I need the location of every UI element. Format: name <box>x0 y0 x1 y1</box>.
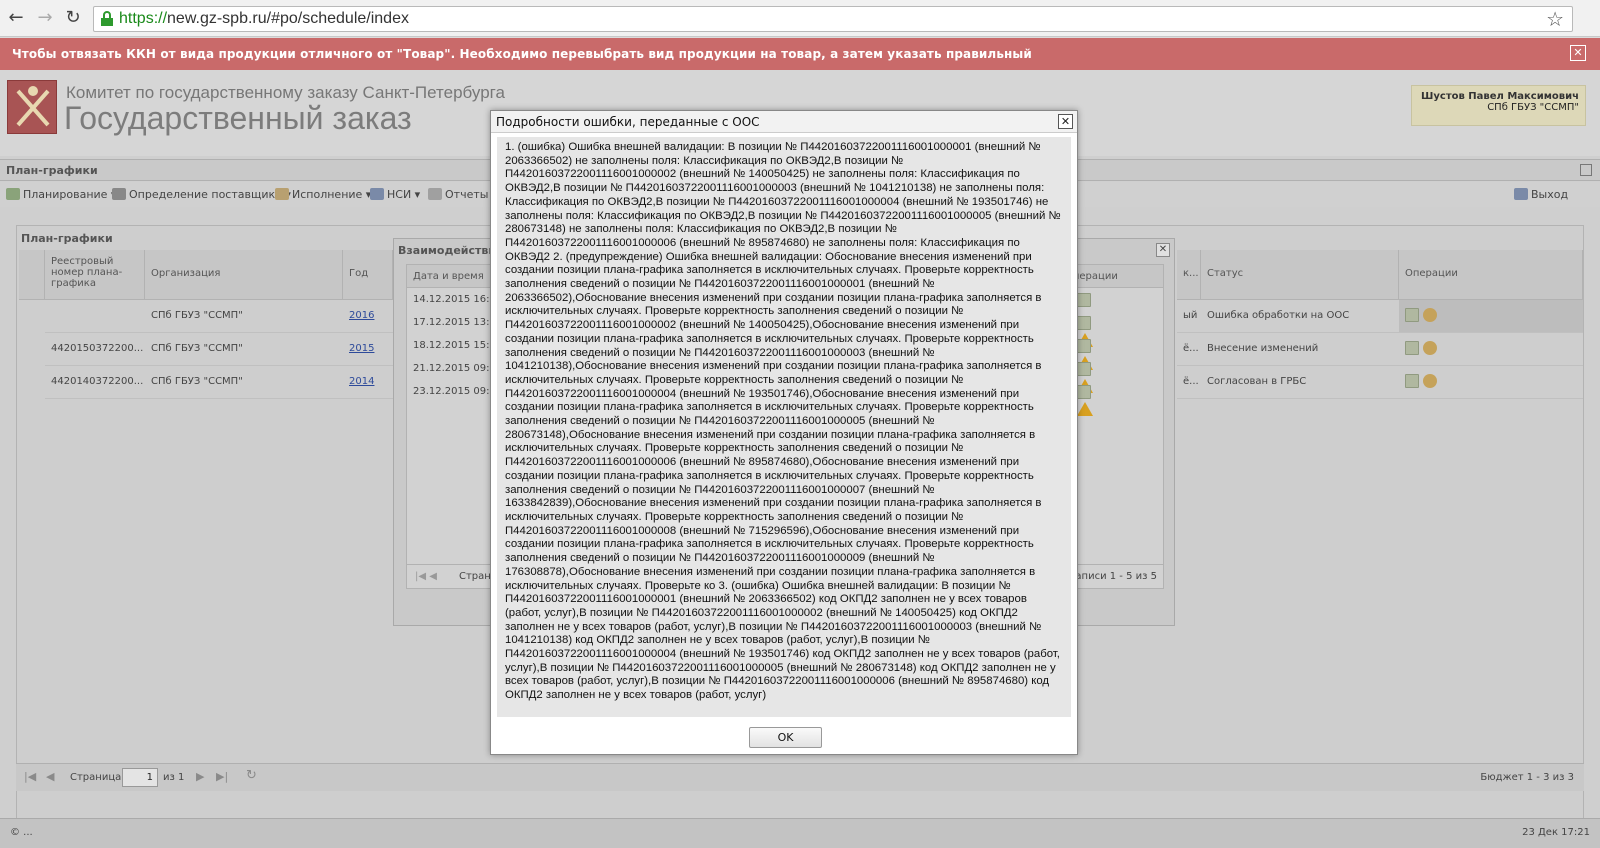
close-icon[interactable]: ✕ <box>1058 114 1073 129</box>
error-details-text: 1. (ошибка) Ошибка внешней валидации: В … <box>505 141 1061 702</box>
user-organization: СПб ГБУЗ "ССМП" <box>1487 102 1579 113</box>
status-left: © ... <box>10 827 33 838</box>
document-icon[interactable] <box>1077 362 1091 376</box>
page-label: Страница <box>70 772 122 783</box>
edit-document-icon[interactable] <box>1405 374 1419 388</box>
url-text: https://new.gz-spb.ru/#po/schedule/index <box>119 10 409 27</box>
prev-page-icon[interactable]: ◀ <box>46 770 54 783</box>
column-k[interactable]: к... <box>1177 250 1201 300</box>
emblem-icon[interactable] <box>1423 341 1437 355</box>
row-2-status: Внесение изменений <box>1201 333 1399 366</box>
page-number-input[interactable]: 1 <box>122 768 158 787</box>
row-2-year[interactable]: 2015 <box>343 333 393 366</box>
grid-summary: Бюджет 1 - 3 из 3 <box>1480 772 1574 783</box>
first-page-icon[interactable]: |◀ <box>24 770 36 783</box>
last-page-icon[interactable]: ▶| <box>216 770 228 783</box>
collapse-icon[interactable] <box>1580 164 1592 176</box>
column-year[interactable]: Год <box>343 250 393 300</box>
section-title: План-графики <box>6 164 98 177</box>
row-2-k: ё... <box>1177 333 1201 366</box>
row-3-status: Согласован в ГРБС <box>1201 366 1399 399</box>
column-reg-number[interactable]: Реестровый номер плана-графика <box>45 250 145 300</box>
report-icon <box>428 188 442 200</box>
user-info: Шустов Павел Максимович СПб ГБУЗ "ССМП" <box>1411 85 1586 126</box>
execution-icon <box>275 188 289 200</box>
row-2-org: СПб ГБУЗ "ССМП" <box>145 333 343 366</box>
browser-toolbar: ← → ↻ https://new.gz-spb.ru/#po/schedule… <box>0 0 1600 37</box>
row-3-k: ё... <box>1177 366 1201 399</box>
logout-button[interactable]: Выход <box>1514 188 1568 201</box>
ok-button[interactable]: OK <box>749 727 822 748</box>
interaction-dialog-title: Взаимодействие <box>398 244 504 257</box>
row-1-k: ый <box>1177 300 1201 333</box>
gears-icon <box>112 188 126 200</box>
column-organization[interactable]: Организация <box>145 250 343 300</box>
document-icon[interactable] <box>1077 293 1091 307</box>
user-name: Шустов Павел Максимович <box>1421 91 1579 102</box>
records-count: Записи 1 - 5 из 5 <box>1069 571 1157 582</box>
close-icon[interactable]: ✕ <box>1156 243 1170 257</box>
reload-icon[interactable]: ↻ <box>63 8 83 28</box>
column-operations[interactable]: Операции <box>1399 250 1583 300</box>
close-icon[interactable]: ✕ <box>1570 45 1586 61</box>
status-bar: © ... 23 Дек 17:21 <box>0 818 1600 848</box>
document-icon[interactable] <box>1077 385 1091 399</box>
page-of-label: из 1 <box>163 772 185 783</box>
grid-title: План-графики <box>21 232 113 245</box>
row-2-operations <box>1399 333 1583 366</box>
row-1-operations <box>1399 300 1583 333</box>
notice-text: Чтобы отвязать ККН от вида продукции отл… <box>12 47 1032 61</box>
notice-banner: Чтобы отвязать ККН от вида продукции отл… <box>0 38 1600 70</box>
emblem-icon[interactable] <box>1423 308 1437 322</box>
address-bar[interactable]: https://new.gz-spb.ru/#po/schedule/index… <box>93 6 1573 32</box>
error-details-dialog: Подробности ошибки, переданные с ООС ✕ 1… <box>490 110 1078 755</box>
column-status[interactable]: Статус <box>1201 250 1399 300</box>
menu-execution[interactable]: Исполнение ▾ <box>275 188 371 201</box>
menu-nsi[interactable]: НСИ ▾ <box>370 188 420 201</box>
row-3-year[interactable]: 2014 <box>343 366 393 399</box>
row-1-reg <box>45 300 145 333</box>
row-1-status: Ошибка обработки на ООС <box>1201 300 1399 333</box>
document-icon[interactable] <box>1077 316 1091 330</box>
column-datetime[interactable]: Дата и время <box>413 271 484 282</box>
menu-supplier[interactable]: Определение поставщика ▾ <box>112 188 291 201</box>
grid-paging: |◀ ◀ Страница 1 из 1 ▶ ▶| ↻ Бюджет 1 - 3… <box>16 763 1584 791</box>
coat-of-arms-logo-icon <box>7 80 57 134</box>
dialog-titlebar[interactable]: Подробности ошибки, переданные с ООС ✕ <box>491 111 1077 133</box>
paging-label: Стран <box>459 571 491 582</box>
row-1-org: СПб ГБУЗ "ССМП" <box>145 300 343 333</box>
row-1-year[interactable]: 2016 <box>343 300 393 333</box>
warning-icon <box>1077 402 1093 416</box>
error-details-body: 1. (ошибка) Ошибка внешней валидации: В … <box>497 137 1071 717</box>
back-arrow-icon[interactable]: ← <box>6 8 26 28</box>
row-3-reg: 4420140372200... <box>45 366 145 399</box>
status-datetime: 23 Дек 17:21 <box>1522 827 1590 838</box>
logout-icon <box>1514 188 1528 200</box>
row-2-reg: 4420150372200... <box>45 333 145 366</box>
planning-icon <box>6 188 20 200</box>
dialog-title: Подробности ошибки, переданные с ООС <box>496 115 760 129</box>
next-page-icon[interactable]: ▶ <box>196 770 204 783</box>
emblem-icon[interactable] <box>1423 374 1437 388</box>
lock-icon <box>101 11 113 26</box>
edit-document-icon[interactable] <box>1405 341 1419 355</box>
edit-document-icon[interactable] <box>1405 308 1419 322</box>
filter-icon[interactable] <box>19 250 45 300</box>
row-3-org: СПб ГБУЗ "ССМП" <box>145 366 343 399</box>
bookmark-star-icon[interactable]: ☆ <box>1546 7 1564 31</box>
row-3-operations <box>1399 366 1583 399</box>
site-title: Государственный заказ <box>64 100 412 136</box>
document-icon[interactable] <box>1077 339 1091 353</box>
forward-arrow-icon[interactable]: → <box>35 8 55 28</box>
refresh-icon[interactable]: ↻ <box>246 768 257 783</box>
menu-planning[interactable]: Планирование ▾ <box>6 188 116 201</box>
menu-reports[interactable]: Отчеты <box>428 188 488 201</box>
directory-icon <box>370 188 384 200</box>
first-page-icon[interactable]: |◀ ◀ <box>415 571 437 582</box>
